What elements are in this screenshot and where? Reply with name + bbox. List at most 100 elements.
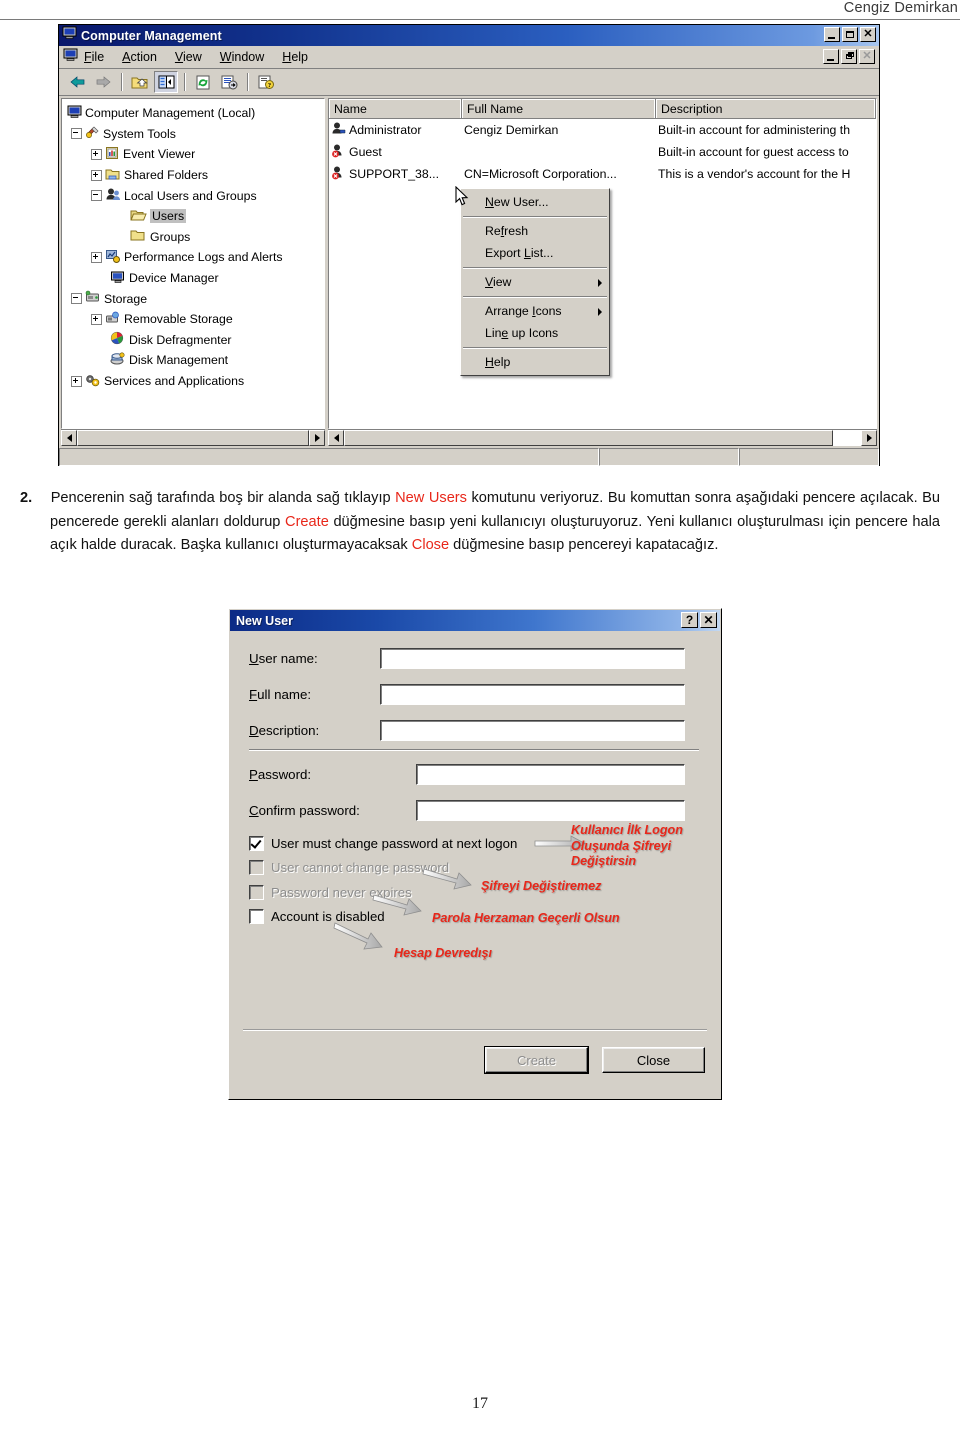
menu-item-export-list[interactable]: Export List...	[461, 242, 609, 264]
tree-item-label: Groups	[150, 229, 191, 244]
up-one-level-icon[interactable]	[128, 71, 152, 93]
expand-toggle-icon[interactable]	[71, 375, 82, 387]
back-icon[interactable]	[65, 71, 89, 93]
annotation-never-expires: Parola Herzaman Geçerli Olsun	[432, 911, 620, 925]
tree-item-users[interactable]: Users	[64, 206, 324, 227]
cell-description: Built-in account for guest access to	[658, 145, 849, 159]
menu-help[interactable]: Help	[282, 50, 308, 64]
close-button[interactable]: Close	[602, 1047, 705, 1073]
menu-bar: File Action View Window Help ✕	[59, 46, 879, 69]
scroll-right-button[interactable]	[861, 430, 877, 446]
column-header-description[interactable]: Description	[656, 99, 876, 118]
expand-toggle-icon[interactable]	[91, 251, 102, 263]
local-users-icon	[105, 187, 121, 204]
tree-item-groups[interactable]: Groups	[64, 227, 324, 248]
help-icon[interactable]: ?	[254, 71, 278, 93]
table-row[interactable]: SUPPORT_38... CN=Microsoft Corporation..…	[329, 163, 876, 185]
menu-item-refresh[interactable]: Refresh	[461, 220, 609, 242]
status-bar	[59, 448, 879, 466]
checkbox-password-never-expires[interactable]	[249, 884, 264, 900]
menu-view[interactable]: View	[175, 50, 202, 64]
mdi-minimize-button[interactable]	[823, 49, 839, 64]
refresh-icon[interactable]	[191, 71, 215, 93]
checkbox-user-cannot-change-password[interactable]	[249, 860, 264, 876]
toolbar: ?	[59, 69, 879, 96]
tree-item-event-viewer[interactable]: Event Viewer	[64, 144, 324, 165]
tree-item-services-and-applications[interactable]: Services and Applications	[64, 371, 324, 392]
column-header-name[interactable]: Name	[329, 99, 462, 118]
toolbar-separator	[247, 73, 248, 91]
mdi-close-button[interactable]: ✕	[859, 49, 875, 64]
create-button[interactable]: Create	[484, 1046, 589, 1074]
close-button[interactable]: ✕	[860, 27, 876, 42]
tree-item-computer-management[interactable]: Computer Management (Local)	[64, 103, 324, 124]
tree-item-disk-defragmenter[interactable]: Disk Defragmenter	[64, 330, 324, 351]
menu-window[interactable]: Window	[220, 50, 264, 64]
device-manager-icon	[110, 270, 126, 287]
scroll-thumb[interactable]	[77, 430, 309, 446]
mdi-restore-button[interactable]	[841, 49, 857, 64]
paragraph-text-4: düğmesine basıp pencereyi kapatacağız.	[449, 537, 719, 554]
checkbox-label: User must change password at next logon	[271, 835, 518, 851]
table-row[interactable]: Administrator Cengiz Demirkan Built-in a…	[329, 119, 876, 141]
scroll-thumb[interactable]	[344, 430, 833, 446]
label-password: Password:	[249, 767, 312, 782]
menu-item-arrange-icons[interactable]: Arrange Icons	[461, 300, 609, 322]
tree-horizontal-scrollbar[interactable]	[61, 429, 325, 446]
label-description: Description:	[249, 723, 320, 738]
tree-item-storage[interactable]: Storage	[64, 288, 324, 309]
menu-item-view[interactable]: View	[461, 271, 609, 293]
confirm-password-input[interactable]	[416, 800, 685, 821]
list-horizontal-scrollbar[interactable]	[328, 429, 877, 446]
field-row-confirm-password: Confirm password:	[249, 800, 699, 821]
tree-item-shared-folders[interactable]: Shared Folders	[64, 165, 324, 186]
password-input[interactable]	[416, 764, 685, 785]
menu-item-line-up-icons[interactable]: Line up Icons	[461, 322, 609, 344]
user-disabled-icon	[331, 143, 347, 161]
expand-toggle-icon[interactable]	[91, 148, 102, 160]
menu-separator	[463, 296, 607, 297]
menu-item-new-user[interactable]: New User...	[461, 191, 609, 213]
tree-item-label: Local Users and Groups	[124, 188, 257, 203]
scroll-trough[interactable]	[344, 430, 861, 446]
scroll-trough[interactable]	[77, 430, 309, 446]
tree-item-performance-logs-and-alerts[interactable]: Performance Logs and Alerts	[64, 247, 324, 268]
scroll-left-button[interactable]	[328, 430, 344, 446]
tree-item-local-users-and-groups[interactable]: Local Users and Groups	[64, 185, 324, 206]
help-button[interactable]: ?	[681, 612, 698, 628]
user-name-input[interactable]	[380, 648, 685, 669]
tree-item-system-tools[interactable]: System Tools	[64, 124, 324, 145]
description-input[interactable]	[380, 720, 685, 741]
menu-file[interactable]: File	[84, 50, 104, 64]
forward-icon[interactable]	[91, 71, 115, 93]
tree-item-device-manager[interactable]: Device Manager	[64, 268, 324, 289]
minimize-button[interactable]	[824, 27, 840, 42]
expand-toggle-icon[interactable]	[91, 169, 102, 181]
collapse-toggle-icon[interactable]	[91, 190, 102, 202]
full-name-input[interactable]	[380, 684, 685, 705]
export-list-icon[interactable]	[217, 71, 241, 93]
page-number: 17	[472, 1395, 488, 1412]
menu-item-help[interactable]: Help	[461, 351, 609, 373]
scroll-right-button[interactable]	[309, 430, 325, 446]
column-header-full-name[interactable]: Full Name	[462, 99, 656, 118]
checkbox-user-must-change-password[interactable]	[249, 835, 264, 851]
maximize-button[interactable]	[842, 27, 858, 42]
submenu-arrow-icon	[598, 279, 602, 287]
close-icon[interactable]: ✕	[700, 612, 717, 628]
tree-item-label: Performance Logs and Alerts	[124, 250, 283, 265]
menu-action[interactable]: Action	[122, 50, 157, 64]
show-hide-tree-icon[interactable]	[154, 71, 178, 93]
tree-item-removable-storage[interactable]: Removable Storage	[64, 309, 324, 330]
collapse-toggle-icon[interactable]	[71, 293, 82, 305]
expand-toggle-icon[interactable]	[91, 313, 102, 325]
tree-item-disk-management[interactable]: Disk Management	[64, 350, 324, 371]
tree-item-label: Computer Management (Local)	[85, 106, 256, 121]
window-controls: ✕	[824, 27, 876, 42]
checkbox-account-is-disabled[interactable]	[249, 909, 264, 925]
collapse-toggle-icon[interactable]	[71, 128, 82, 140]
menu-separator	[463, 267, 607, 268]
toolbar-separator	[184, 73, 185, 91]
scroll-left-button[interactable]	[61, 430, 77, 446]
table-row[interactable]: Guest Built-in account for guest access …	[329, 141, 876, 163]
